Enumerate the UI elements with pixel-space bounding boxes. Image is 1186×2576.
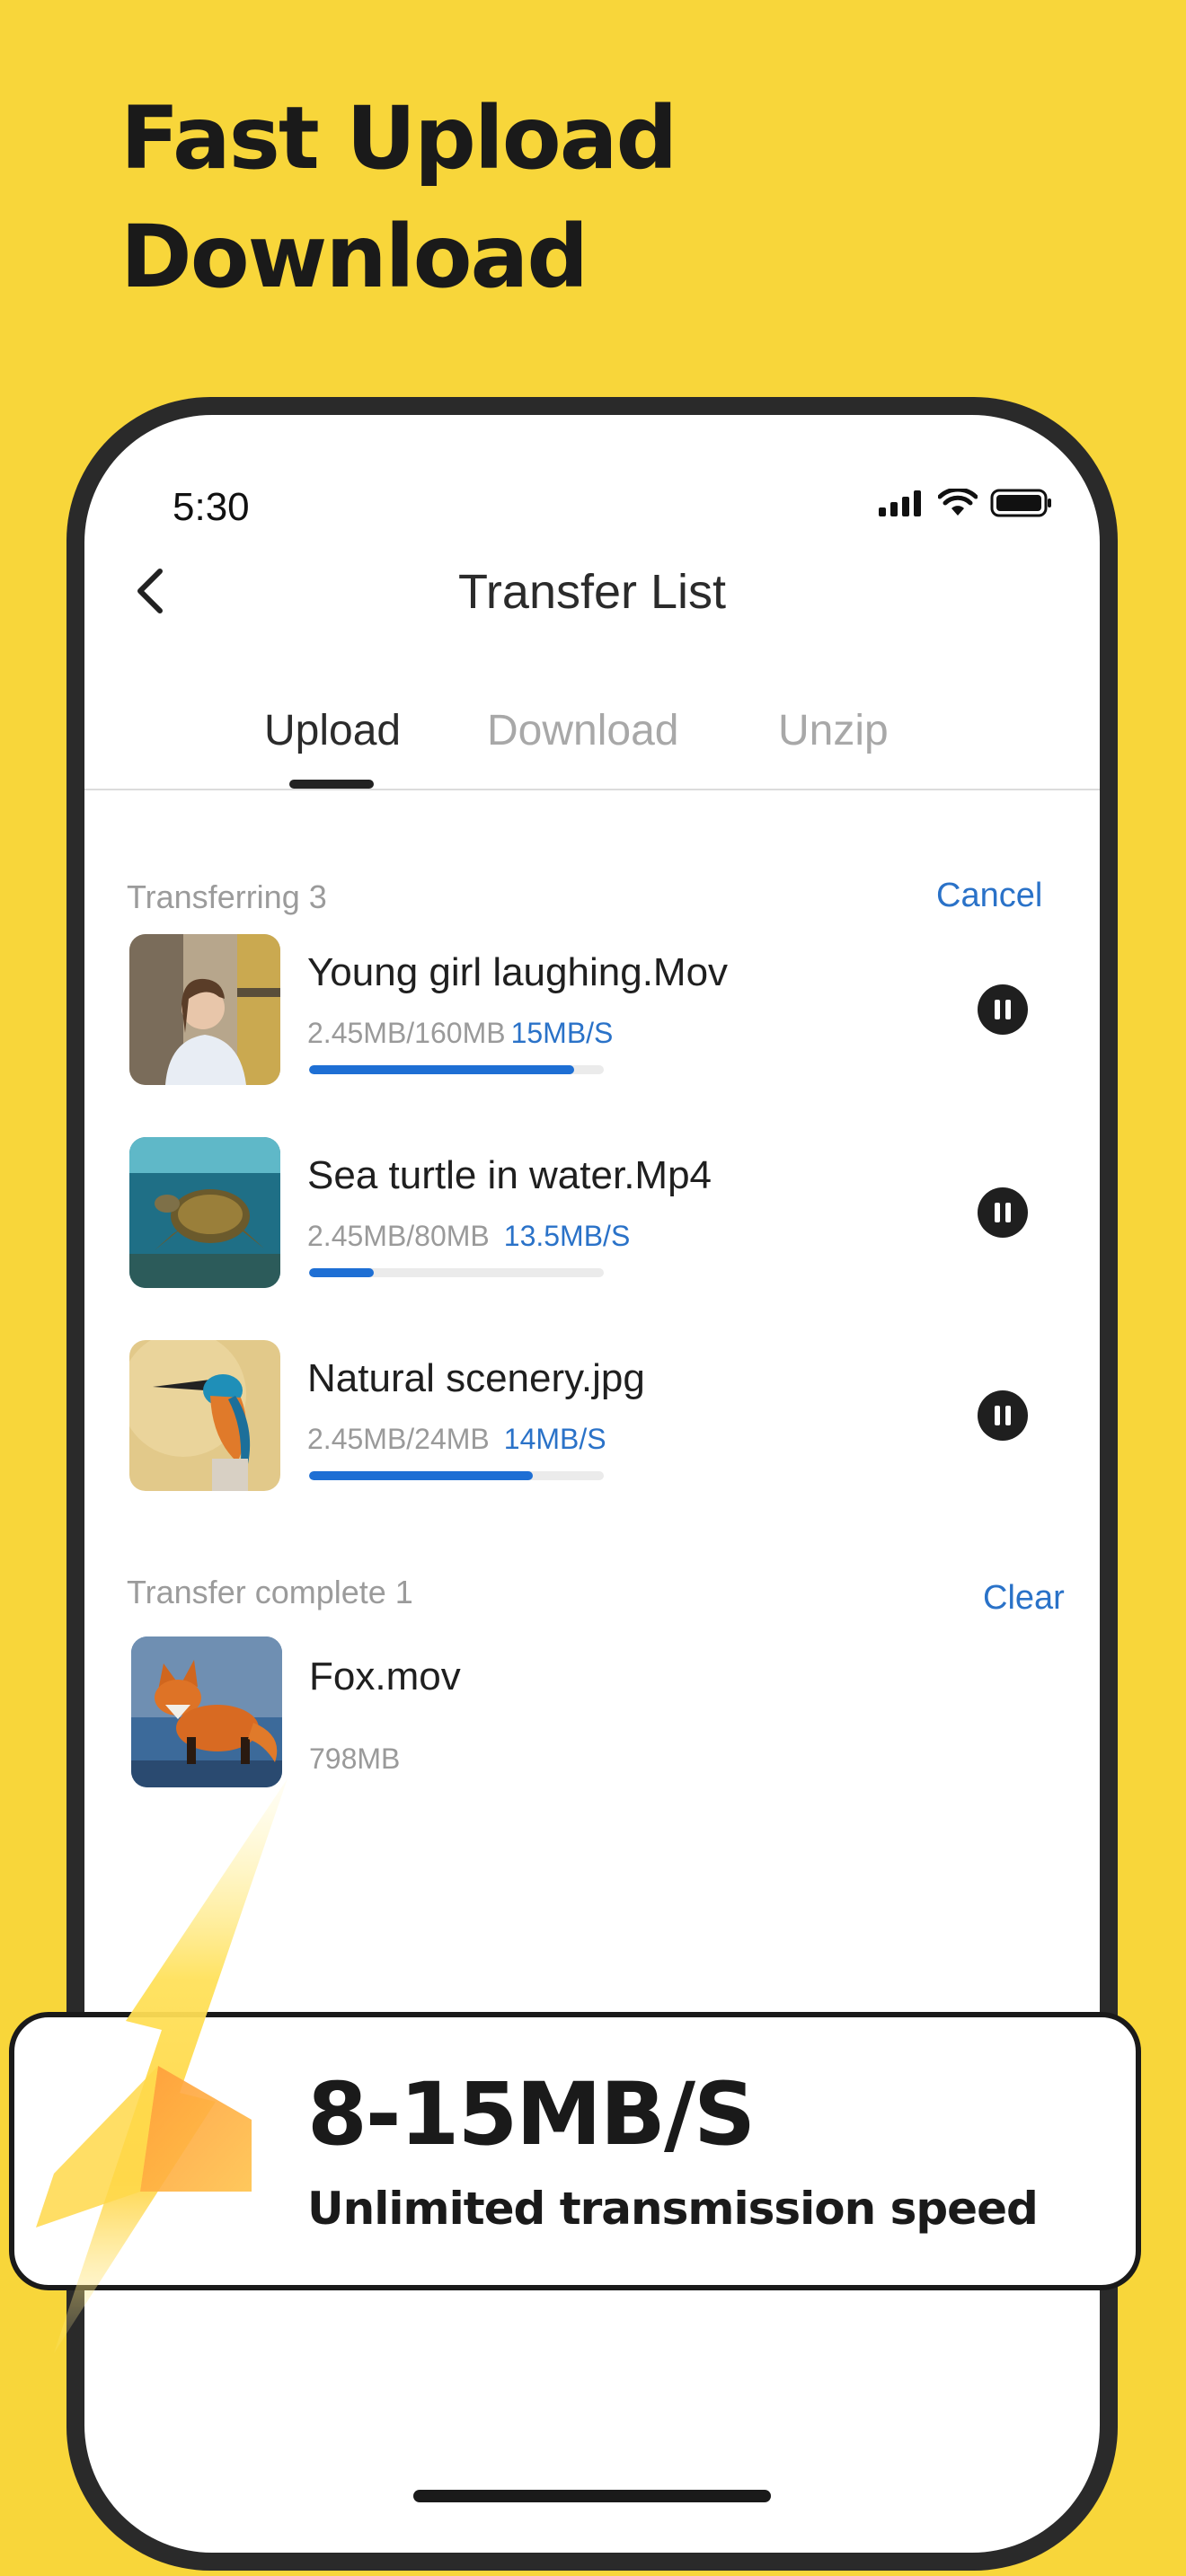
complete-label: Transfer complete 1 (127, 1574, 413, 1610)
file-meta: 2.45MB/24MB 14MB/S (307, 1423, 606, 1456)
transfer-item[interactable]: Young girl laughing.Mov 2.45MB/160MB 15MB… (129, 934, 1091, 1087)
pause-button[interactable] (978, 1390, 1028, 1441)
pause-button[interactable] (978, 1187, 1028, 1238)
transfer-speed: 13.5MB/S (503, 1220, 631, 1252)
file-name: Natural scenery.jpg (307, 1356, 645, 1400)
headline-line-1: Fast Upload (120, 88, 677, 189)
transfer-speed: 15MB/S (510, 1017, 614, 1049)
headline: Fast Upload Download (120, 79, 677, 316)
progress-bar (309, 1471, 604, 1480)
tab-upload[interactable]: Upload (264, 706, 401, 755)
file-name: Young girl laughing.Mov (307, 950, 729, 994)
headline-line-2: Download (120, 207, 589, 307)
wifi-icon (938, 489, 978, 516)
cancel-button[interactable]: Cancel (936, 877, 1042, 915)
tab-bar: Upload Download Unzip (84, 706, 1100, 760)
tab-indicator (289, 780, 374, 789)
home-indicator (413, 2490, 771, 2502)
tab-download[interactable]: Download (487, 706, 678, 755)
progress-fill (309, 1268, 375, 1277)
progress-fill (309, 1065, 575, 1074)
banner-speed: 8-15MB/S (307, 2064, 756, 2165)
transferring-label: Transferring 3 (127, 878, 327, 915)
transfer-speed: 14MB/S (503, 1423, 606, 1455)
thumbnail-girl (129, 934, 280, 1085)
file-size: 2.45MB/160MB (307, 1017, 506, 1049)
transfer-item[interactable]: Sea turtle in water.Mp4 2.45MB/80MB 13.5M… (129, 1137, 1091, 1290)
status-icons (877, 489, 1053, 517)
thumbnail-bird (129, 1340, 280, 1491)
file-name: Sea turtle in water.Mp4 (307, 1153, 712, 1197)
clear-button[interactable]: Clear (983, 1579, 1065, 1618)
tab-unzip[interactable]: Unzip (778, 706, 889, 755)
file-meta: 2.45MB/160MB 15MB/S (307, 1017, 613, 1050)
speed-banner: 8-15MB/S Unlimited transmission speed (9, 2012, 1141, 2290)
banner-subtitle: Unlimited transmission speed (307, 2183, 1039, 2235)
transfer-item[interactable]: Natural scenery.jpg 2.45MB/24MB 14MB/S (129, 1340, 1091, 1493)
transfer-item[interactable]: Fox.mov 798MB (131, 1636, 1093, 1789)
thumbnail-turtle (129, 1137, 280, 1288)
progress-bar (309, 1268, 604, 1277)
file-size: 798MB (309, 1742, 401, 1775)
status-time: 5:30 (173, 485, 250, 529)
file-meta: 2.45MB/80MB 13.5MB/S (307, 1220, 630, 1253)
progress-bar (309, 1065, 604, 1074)
pause-button[interactable] (978, 984, 1028, 1035)
file-size: 2.45MB/24MB (307, 1423, 490, 1455)
tab-divider (84, 789, 1100, 790)
progress-fill (309, 1471, 534, 1480)
signal-icon (879, 490, 921, 516)
thumbnail-fox (131, 1636, 282, 1787)
page-title: Transfer List (457, 565, 727, 619)
file-name: Fox.mov (309, 1654, 461, 1698)
file-size: 2.45MB/80MB (307, 1220, 490, 1252)
battery-icon (990, 489, 1051, 517)
